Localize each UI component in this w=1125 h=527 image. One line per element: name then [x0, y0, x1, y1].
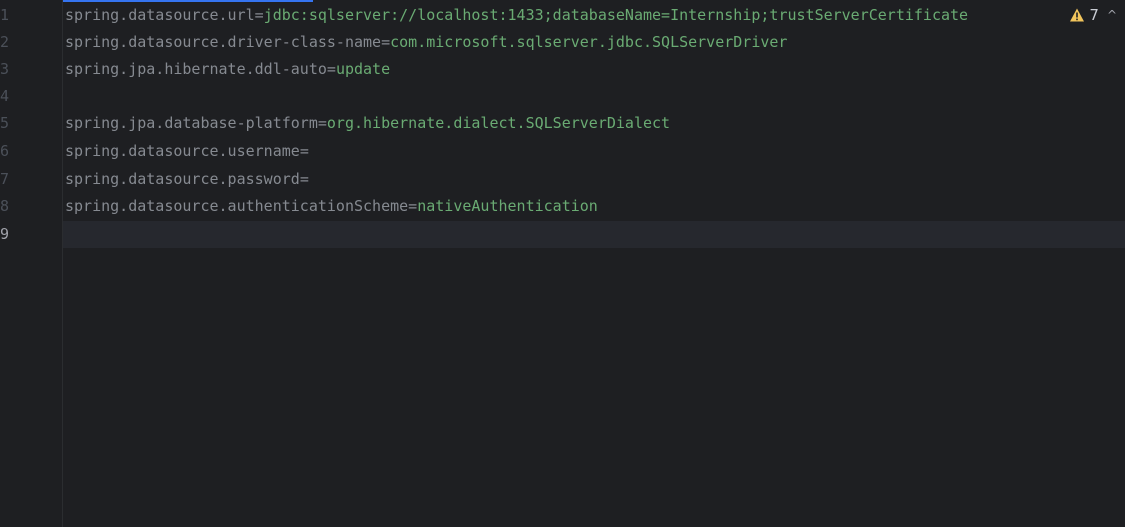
property-key: spring.datasource.authenticationScheme	[65, 197, 409, 215]
equals-sign: =	[408, 197, 418, 215]
warning-icon	[1070, 8, 1085, 22]
equals-sign: =	[299, 170, 309, 188]
equals-sign: =	[326, 60, 336, 78]
line-number: 2	[0, 33, 10, 51]
property-value: nativeAuthentication	[417, 197, 598, 215]
line-number: 1	[0, 6, 10, 24]
code-line[interactable]: spring.datasource.authenticationScheme=n…	[65, 193, 598, 220]
property-value: com.microsoft.sqlserver.jdbc.SQLServerDr…	[390, 33, 788, 51]
property-key: spring.datasource.driver-class-name	[65, 33, 382, 51]
property-value: org.hibernate.dialect.SQLServerDialect	[326, 114, 671, 132]
property-value: jdbc:sqlserver://localhost:1433;database…	[263, 6, 969, 24]
line-number: 8	[0, 197, 10, 215]
property-key: spring.datasource.url	[65, 6, 255, 24]
current-line-highlight	[0, 221, 1125, 248]
code-line[interactable]: spring.datasource.password=	[65, 166, 309, 193]
code-line[interactable]: spring.jpa.hibernate.ddl-auto=update	[65, 56, 390, 83]
code-line[interactable]: spring.jpa.database-platform=org.hiberna…	[65, 110, 670, 137]
code-line[interactable]: spring.datasource.url=jdbc:sqlserver://l…	[65, 2, 968, 29]
code-line[interactable]: spring.datasource.username=	[65, 138, 309, 165]
chevron-up-icon[interactable]: ^	[1107, 4, 1117, 26]
line-number: 6	[0, 142, 10, 160]
code-editor[interactable]: 1 2 3 4 5 6 7 8 9 spring.datasource.url=…	[0, 0, 1125, 527]
line-number: 7	[0, 170, 10, 188]
code-line[interactable]: spring.datasource.driver-class-name=com.…	[65, 29, 787, 56]
property-key: spring.datasource.password	[65, 170, 300, 188]
equals-sign: =	[254, 6, 264, 24]
line-number: 5	[0, 114, 10, 132]
inspection-widget[interactable]: 7 ^	[1061, 4, 1117, 26]
equals-sign: =	[381, 33, 391, 51]
equals-sign: =	[317, 114, 327, 132]
property-key: spring.jpa.database-platform	[65, 114, 318, 132]
property-value: update	[335, 60, 391, 78]
line-number: 4	[0, 87, 10, 105]
line-number-current: 9	[0, 225, 10, 243]
equals-sign: =	[299, 142, 309, 160]
line-number: 3	[0, 60, 10, 78]
warning-count: 7	[1089, 6, 1099, 24]
property-key: spring.datasource.username	[65, 142, 300, 160]
property-key: spring.jpa.hibernate.ddl-auto	[65, 60, 327, 78]
